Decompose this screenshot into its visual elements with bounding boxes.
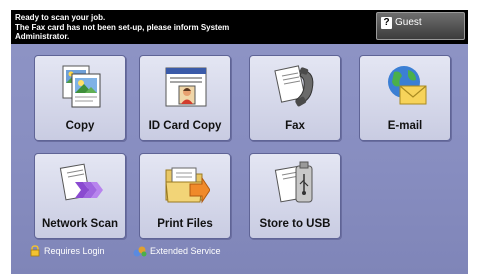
id-card-copy-button[interactable]: ID Card Copy — [139, 55, 231, 141]
network-scan-label: Network Scan — [41, 218, 119, 230]
guest-label: Guest — [395, 17, 422, 28]
lock-icon — [30, 245, 40, 257]
print-files-icon — [165, 167, 210, 204]
device-home-screen: Ready to scan your job. The Fax card has… — [11, 10, 468, 274]
status-line: Ready to scan your job. — [15, 13, 106, 22]
status-bar: Ready to scan your job. The Fax card has… — [11, 10, 468, 44]
copy-button[interactable]: Copy — [34, 55, 126, 141]
extended-service-icon — [133, 246, 147, 257]
email-label: E-mail — [387, 120, 423, 132]
print-files-label: Print Files — [157, 218, 213, 230]
extended-service-legend: Extended Service — [133, 245, 221, 257]
requires-login-legend: Requires Login — [29, 245, 105, 257]
id-card-copy-label: ID Card Copy — [148, 120, 222, 132]
id-card-icon — [165, 67, 207, 107]
copy-label: Copy — [65, 120, 95, 132]
network-scan-button[interactable]: Network Scan — [34, 153, 126, 239]
status-message: Ready to scan your job. The Fax card has… — [15, 13, 365, 42]
status-line: The Fax card has not been set-up, please… — [15, 22, 230, 32]
usb-icon — [274, 161, 313, 203]
question-mark-icon: ? — [381, 17, 392, 29]
print-files-button[interactable]: Print Files — [139, 153, 231, 239]
email-button[interactable]: E-mail — [359, 55, 451, 141]
store-to-usb-label: Store to USB — [259, 218, 331, 230]
extended-service-text: Extended Service — [150, 246, 221, 256]
requires-login-text: Requires Login — [44, 246, 105, 256]
guest-login-button[interactable]: ? Guest — [376, 12, 465, 40]
fax-label: Fax — [285, 120, 305, 132]
copy-icon — [62, 65, 101, 108]
status-line: Administrator. — [15, 32, 70, 41]
network-scan-icon — [59, 163, 103, 201]
fax-button[interactable]: Fax — [249, 55, 341, 141]
email-globe-icon — [388, 66, 427, 105]
store-to-usb-button[interactable]: Store to USB — [249, 153, 341, 239]
fax-icon — [274, 65, 314, 107]
